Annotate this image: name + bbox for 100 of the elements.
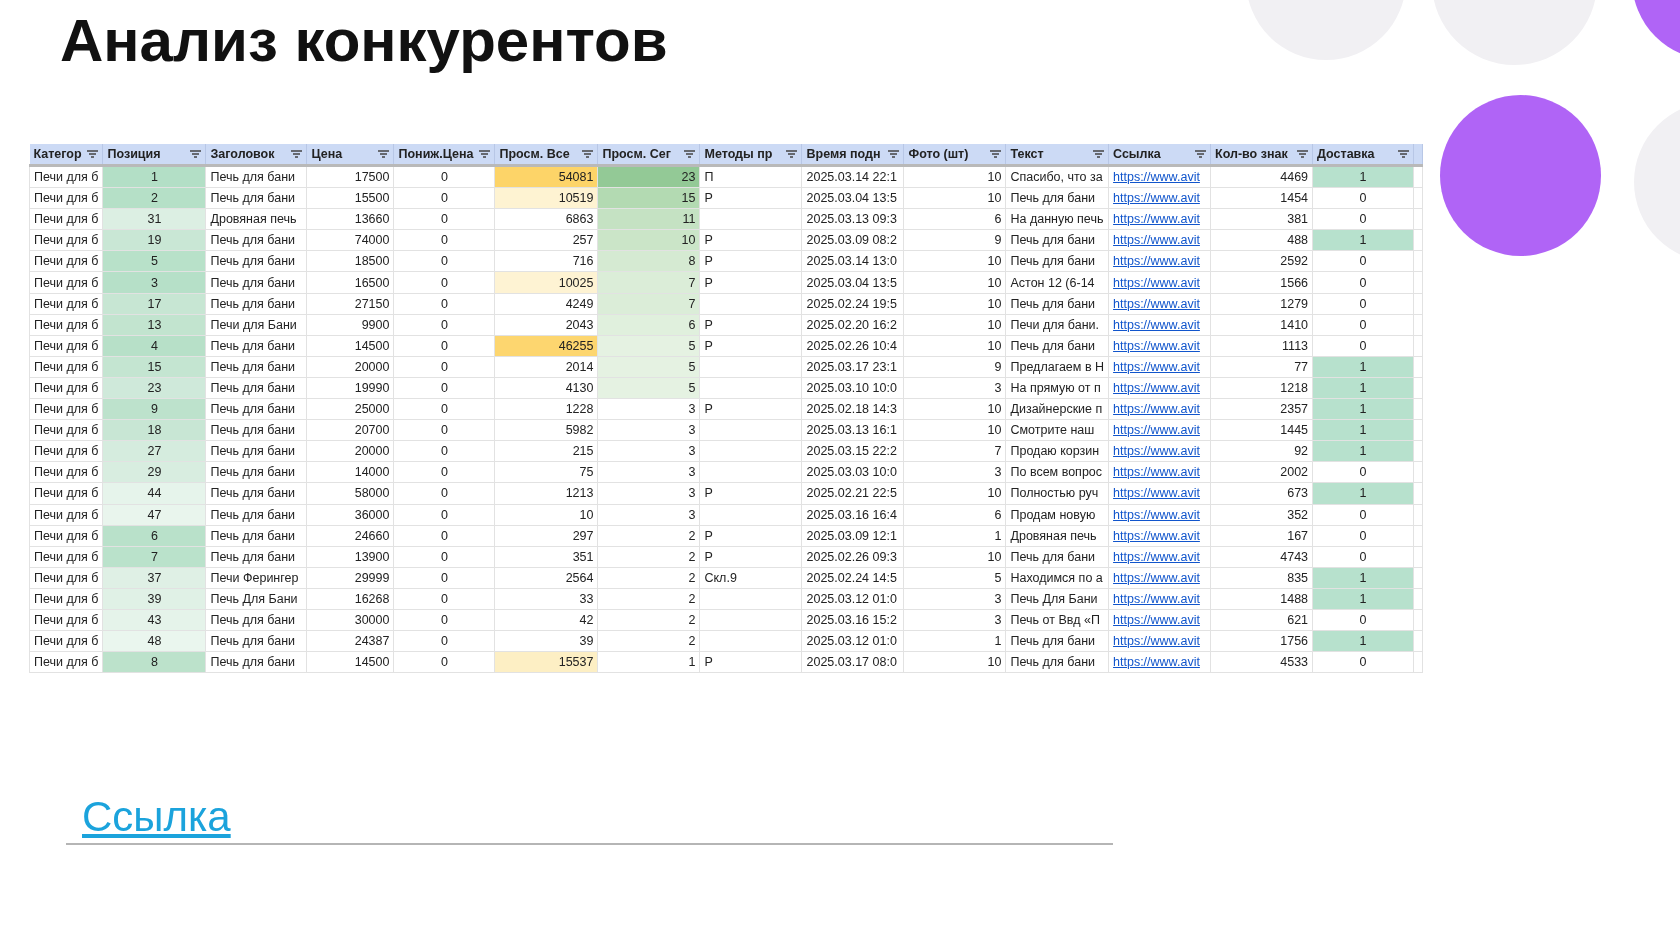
table-cell: Печи для б xyxy=(29,546,103,568)
table-cell: 9900 xyxy=(307,314,394,336)
table-cell: Печи для б xyxy=(29,567,103,589)
table-cell: 92 xyxy=(1210,440,1313,462)
table-cell: На данную печь xyxy=(1006,208,1109,230)
table-cell: Печь для бани xyxy=(206,546,307,568)
table-cell: 9 xyxy=(904,356,1006,378)
table-cell: 2 xyxy=(598,525,700,547)
table-cell: Печи для б xyxy=(29,461,103,483)
table-cell: 2025.03.13 16:1 xyxy=(802,419,904,441)
table-cell: 167 xyxy=(1210,525,1313,547)
filter-icon[interactable] xyxy=(582,150,594,158)
table-cell: 10 xyxy=(904,335,1006,357)
filter-icon[interactable] xyxy=(786,150,798,158)
table-cell: 19990 xyxy=(307,377,394,399)
table-cell: 16268 xyxy=(307,588,394,610)
table-cell: 17500 xyxy=(307,165,394,188)
table-cell: 0 xyxy=(1312,187,1414,209)
table-cell: Печь для бани xyxy=(206,356,307,378)
table-cell: 29999 xyxy=(307,567,394,589)
table-cell: 14500 xyxy=(307,651,394,673)
table-cell: 10 xyxy=(495,504,598,526)
table-cell: Печи для б xyxy=(29,419,103,441)
table-cell: 18500 xyxy=(307,250,394,272)
filter-icon[interactable] xyxy=(1398,150,1410,158)
table-cell: Скл.9 xyxy=(700,567,802,589)
filter-icon[interactable] xyxy=(684,150,696,158)
table-cell: Р xyxy=(700,482,802,504)
table-cell: 2025.02.18 14:3 xyxy=(802,398,904,420)
column-header: Кол-во знак xyxy=(1215,147,1288,161)
table-cell: 0 xyxy=(1312,504,1414,526)
table-cell: 2 xyxy=(598,609,700,631)
table-cell: 0 xyxy=(394,250,495,272)
table-cell: Продам новую xyxy=(1006,504,1109,526)
filter-icon[interactable] xyxy=(1297,150,1309,158)
filter-icon[interactable] xyxy=(1093,150,1105,158)
filter-icon[interactable] xyxy=(1195,150,1207,158)
table-cell: 2025.02.26 10:4 xyxy=(802,335,904,357)
table-cell: Печи для б xyxy=(29,356,103,378)
table-cell: 0 xyxy=(394,229,495,251)
filter-icon[interactable] xyxy=(378,150,390,158)
column-header: Ссылка xyxy=(1113,147,1161,161)
column-header: Время подн xyxy=(806,147,881,161)
table-cell: Печь для бани xyxy=(1006,630,1109,652)
table-cell: 2025.02.21 22:5 xyxy=(802,482,904,504)
table-cell: 1218 xyxy=(1210,377,1313,399)
table-cell: 0 xyxy=(1312,271,1414,294)
table-cell: Печь для бани xyxy=(206,525,307,547)
filter-icon[interactable] xyxy=(479,150,491,158)
table-cell: 10 xyxy=(904,419,1006,441)
table-cell: Печи для б xyxy=(29,588,103,610)
filter-icon[interactable] xyxy=(888,150,900,158)
table-cell: 0 xyxy=(394,335,495,357)
table-cell: Печи для Бани xyxy=(206,314,307,336)
table-cell: 7 xyxy=(904,440,1006,462)
table-cell: 16500 xyxy=(307,271,394,294)
table-cell: Печь для бани xyxy=(206,187,307,209)
table-cell: Печи для б xyxy=(29,314,103,336)
table-cell: 1279 xyxy=(1210,293,1313,315)
filter-icon[interactable] xyxy=(190,150,202,158)
table-cell: 297 xyxy=(495,525,598,547)
table-cell: 1 xyxy=(904,630,1006,652)
table-cell: Печь для бани xyxy=(206,250,307,272)
table-cell: Печь для бани xyxy=(1006,651,1109,673)
table-cell: 2025.03.03 10:0 xyxy=(802,461,904,483)
table-cell: 2043 xyxy=(495,314,598,336)
table-cell: 1488 xyxy=(1210,588,1313,610)
table-cell: 4249 xyxy=(495,293,598,315)
filter-icon[interactable] xyxy=(990,150,1002,158)
filter-icon[interactable] xyxy=(87,150,99,158)
table-cell: 24660 xyxy=(307,525,394,547)
table-cell: Печь для бани xyxy=(1006,250,1109,272)
table-cell: 835 xyxy=(1210,567,1313,589)
table-cell: П xyxy=(700,165,802,188)
table-cell: 4533 xyxy=(1210,651,1313,673)
table-cell: 10 xyxy=(904,165,1006,188)
table-cell: 0 xyxy=(394,461,495,483)
table-cell: Печи для б xyxy=(29,482,103,504)
table-cell: Печь для бани xyxy=(1006,293,1109,315)
table-cell: 0 xyxy=(394,588,495,610)
table-cell: 0 xyxy=(1312,314,1414,336)
table-cell: 0 xyxy=(1312,651,1414,673)
table-cell: Печи для б xyxy=(29,293,103,315)
table-cell: 0 xyxy=(394,377,495,399)
table-cell: 2025.03.10 10:0 xyxy=(802,377,904,399)
table-cell: 10 xyxy=(904,314,1006,336)
table-cell: 2025.03.16 16:4 xyxy=(802,504,904,526)
table-cell: 10 xyxy=(904,187,1006,209)
table-cell: 2357 xyxy=(1210,398,1313,420)
table-cell: Дровяная печь xyxy=(1006,525,1109,547)
table-cell: 3 xyxy=(598,419,700,441)
table-cell: 3 xyxy=(598,482,700,504)
table-cell: 0 xyxy=(1312,335,1414,357)
table-cell: 2025.03.14 13:0 xyxy=(802,250,904,272)
table-cell: 0 xyxy=(394,165,495,188)
table-cell: 5 xyxy=(904,567,1006,589)
filter-icon[interactable] xyxy=(291,150,303,158)
table-cell: 1566 xyxy=(1210,271,1313,294)
table-cell: 0 xyxy=(1312,609,1414,631)
table-cell: 0 xyxy=(394,398,495,420)
